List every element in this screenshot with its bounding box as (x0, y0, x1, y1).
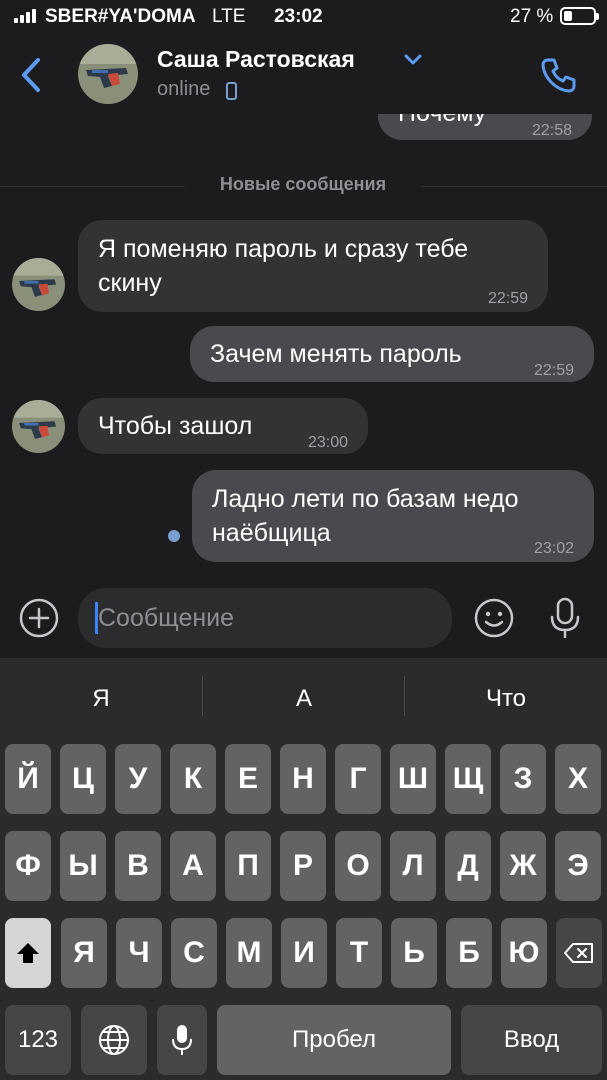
key[interactable]: Ч (116, 918, 162, 988)
key[interactable]: Г (335, 744, 381, 814)
message-list[interactable]: Почему 22:58 Новые сообщения Я поменяю п… (0, 114, 607, 578)
chevron-down-icon[interactable] (402, 52, 424, 68)
key[interactable]: Ж (500, 831, 546, 901)
key[interactable]: Я (61, 918, 107, 988)
back-button[interactable] (14, 52, 50, 98)
message-bubble[interactable]: Я поменяю пароль и сразу тебе скину 22:5… (78, 220, 548, 312)
contact-avatar[interactable] (78, 44, 138, 104)
key[interactable]: Э (555, 831, 601, 901)
message-bubble[interactable]: Зачем менять пароль 22:59 (190, 326, 594, 382)
message-time: 22:59 (533, 362, 574, 379)
key[interactable]: Ш (390, 744, 436, 814)
new-messages-divider: Новые сообщения (185, 174, 421, 195)
space-key[interactable]: Пробел (217, 1005, 451, 1075)
key[interactable]: В (115, 831, 161, 901)
key[interactable]: Е (225, 744, 271, 814)
key[interactable]: Ь (391, 918, 437, 988)
shift-key[interactable] (5, 918, 51, 988)
emoji-icon (474, 598, 514, 638)
globe-key[interactable] (81, 1005, 147, 1075)
contact-name[interactable]: Саша Растовская (157, 46, 355, 73)
call-button[interactable] (538, 54, 580, 96)
key[interactable]: Й (5, 744, 51, 814)
presence-status: online (157, 78, 211, 100)
key[interactable]: Х (555, 744, 601, 814)
suggestion[interactable]: Что (405, 658, 607, 740)
mobile-phone-icon (226, 82, 237, 100)
message-text: наёбщица (212, 519, 331, 547)
key[interactable]: К (170, 744, 216, 814)
key[interactable]: О (335, 831, 381, 901)
unread-indicator (168, 530, 180, 542)
shift-arrow-icon (17, 943, 39, 963)
key[interactable]: Щ (445, 744, 491, 814)
suggestion[interactable]: Я (0, 658, 202, 740)
key[interactable]: М (226, 918, 272, 988)
key[interactable]: Н (280, 744, 326, 814)
microphone-icon (550, 597, 580, 639)
message-time: 23:00 (307, 434, 348, 451)
key[interactable]: Л (390, 831, 436, 901)
predictive-bar: Я А Что (0, 658, 607, 740)
numbers-key[interactable]: 123 (5, 1005, 71, 1075)
key[interactable]: Т (336, 918, 382, 988)
key[interactable]: У (115, 744, 161, 814)
message-text: Почему (398, 114, 486, 130)
network-type: LTE (212, 6, 246, 27)
message-text: Чтобы зашол (98, 412, 253, 440)
attach-button[interactable] (18, 597, 60, 639)
backspace-icon (564, 943, 593, 963)
key[interactable]: Ц (60, 744, 106, 814)
message-input[interactable] (78, 588, 452, 648)
status-bar: SBER#YA'DOMA LTE 23:02 27 % (0, 0, 607, 34)
key[interactable]: С (171, 918, 217, 988)
key[interactable]: Ф (5, 831, 51, 901)
globe-icon (99, 1025, 129, 1055)
emoji-button[interactable] (473, 597, 515, 639)
message-time: 22:58 (531, 122, 572, 139)
message-text: Зачем менять пароль (210, 340, 462, 368)
phone-call-icon (541, 58, 576, 93)
key[interactable]: П (225, 831, 271, 901)
signal-strength-icon (14, 9, 36, 23)
backspace-key[interactable] (556, 918, 602, 988)
message-bubble[interactable]: Чтобы зашол 23:00 (78, 398, 368, 454)
dictation-mic-icon (172, 1025, 192, 1055)
keyboard: Я А Что ЙЦУКЕНГШЩЗХ ФЫВАПРОЛДЖЭ ЯЧСМИТЬБ… (0, 658, 607, 1080)
suggestion[interactable]: А (203, 658, 405, 740)
message-time: 22:59 (487, 290, 528, 307)
key[interactable]: А (170, 831, 216, 901)
sender-avatar[interactable] (12, 400, 65, 453)
battery-percent: 27 % (510, 6, 554, 27)
key[interactable]: И (281, 918, 327, 988)
key[interactable]: Д (445, 831, 491, 901)
key[interactable]: Р (280, 831, 326, 901)
add-circle-icon (19, 598, 59, 638)
return-key[interactable]: Ввод (461, 1005, 602, 1075)
back-chevron-icon (22, 58, 40, 92)
key[interactable]: Б (446, 918, 492, 988)
dictation-key[interactable] (157, 1005, 207, 1075)
voice-message-button[interactable] (547, 595, 583, 641)
key[interactable]: Ы (60, 831, 106, 901)
key[interactable]: Ю (501, 918, 547, 988)
battery-icon (560, 7, 599, 25)
message-bubble[interactable]: Почему 22:58 (378, 114, 592, 140)
key[interactable]: З (500, 744, 546, 814)
text-cursor (95, 602, 98, 634)
chat-header: Саша Растовская online (0, 34, 607, 114)
message-text: Ладно лети по базам недо (212, 485, 519, 513)
carrier-name: SBER#YA'DOMA (45, 6, 196, 27)
message-composer (0, 578, 607, 658)
message-bubble[interactable]: Ладно лети по базам недо наёбщица 23:02 (192, 470, 594, 562)
status-clock: 23:02 (274, 6, 323, 27)
sender-avatar[interactable] (12, 258, 65, 311)
message-time: 23:02 (533, 540, 574, 557)
message-text: скину (98, 269, 162, 297)
message-text: Я поменяю пароль и сразу тебе (98, 235, 469, 263)
